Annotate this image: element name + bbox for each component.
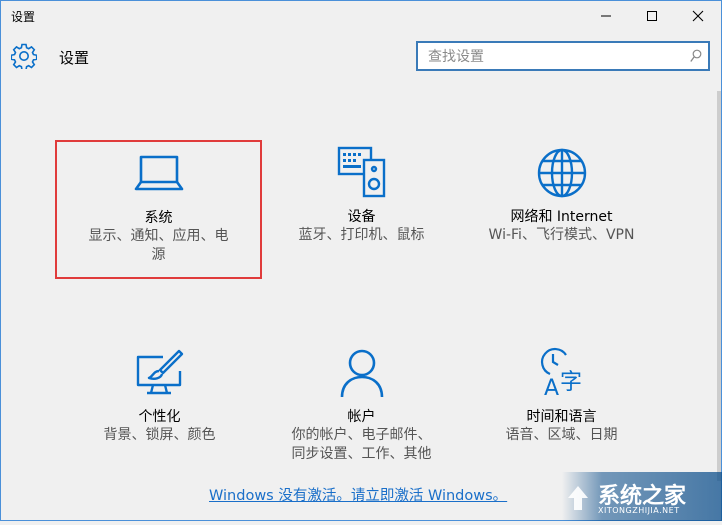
tile-desc-line: Wi-Fi、飞行模式、VPN — [488, 227, 635, 243]
tile-desc-line: 你的帐户、电子邮件、 — [291, 427, 432, 443]
minimize-button[interactable] — [583, 1, 629, 31]
tile-desc-line: 语音、区域、日期 — [505, 427, 618, 443]
monitor-brush-icon — [136, 349, 183, 395]
tile-description: 语音、区域、日期 — [459, 426, 664, 445]
tile-accounts[interactable]: 帐户 你的帐户、电子邮件、 同步设置、工作、其他 — [259, 341, 464, 481]
close-button[interactable] — [675, 1, 721, 31]
globe-icon — [537, 148, 586, 198]
tile-devices[interactable]: 设备 蓝牙、打印机、鼠标 — [259, 140, 464, 280]
title-bar: 设置 — [1, 1, 721, 31]
tile-system[interactable]: 系统 显示、通知、应用、电 源 — [55, 140, 262, 279]
search-box[interactable] — [416, 41, 710, 71]
tile-desc-line: 同步设置、工作、其他 — [291, 446, 432, 462]
tile-description: 蓝牙、打印机、鼠标 — [259, 226, 464, 245]
svg-text:字: 字 — [560, 370, 582, 395]
window-title: 设置 — [11, 10, 36, 24]
keyboard-speaker-icon — [337, 146, 385, 198]
tile-name: 设备 — [347, 209, 376, 225]
close-icon — [692, 10, 704, 22]
gear-icon — [11, 43, 37, 69]
settings-window: 设置 设置 查找设置 系统 显示、通知、应用、电 源 设备 蓝牙、打印机、鼠标 … — [0, 0, 722, 521]
laptop-icon — [134, 155, 183, 191]
tile-description: 显示、通知、应用、电 源 — [57, 227, 260, 265]
tile-description: 你的帐户、电子邮件、 同步设置、工作、其他 — [259, 426, 464, 464]
tile-desc-line: 源 — [151, 247, 166, 263]
tile-name: 帐户 — [347, 409, 376, 425]
tile-name: 网络和 Internet — [510, 209, 613, 225]
tile-desc-line: 显示、通知、应用、电 — [88, 228, 229, 244]
tile-desc-line: 背景、锁屏、颜色 — [103, 427, 216, 443]
tile-name: 时间和语言 — [526, 409, 597, 425]
minimize-icon — [601, 15, 611, 17]
person-icon — [340, 349, 383, 398]
tile-name: 个性化 — [138, 409, 181, 425]
search-input[interactable] — [426, 47, 680, 67]
tile-name: 系统 — [144, 210, 173, 226]
watermark-url: XITONGZHIJIA.NET — [598, 506, 680, 515]
page-title: 设置 — [59, 49, 90, 67]
tile-description: 背景、锁屏、颜色 — [57, 426, 262, 445]
settings-header: 设置 — [1, 35, 721, 79]
clock-language-icon: A 字 — [540, 347, 582, 399]
maximize-icon — [647, 11, 657, 21]
tile-network[interactable]: 网络和 Internet Wi-Fi、飞行模式、VPN — [459, 140, 664, 280]
tile-personalization[interactable]: 个性化 背景、锁屏、颜色 — [57, 341, 262, 481]
watermark: 系统之家 XITONGZHIJIA.NET — [562, 472, 722, 521]
activation-link[interactable]: Windows 没有激活。请立即激活 Windows。 — [209, 484, 507, 505]
tile-desc-line: 蓝牙、打印机、鼠标 — [298, 227, 425, 243]
svg-text:A: A — [544, 376, 559, 399]
tile-time-language[interactable]: A 字 时间和语言 语音、区域、日期 — [459, 341, 664, 481]
search-icon[interactable] — [690, 49, 702, 63]
maximize-button[interactable] — [629, 1, 675, 31]
scrollbar[interactable] — [717, 91, 721, 481]
tile-description: Wi-Fi、飞行模式、VPN — [459, 226, 664, 245]
